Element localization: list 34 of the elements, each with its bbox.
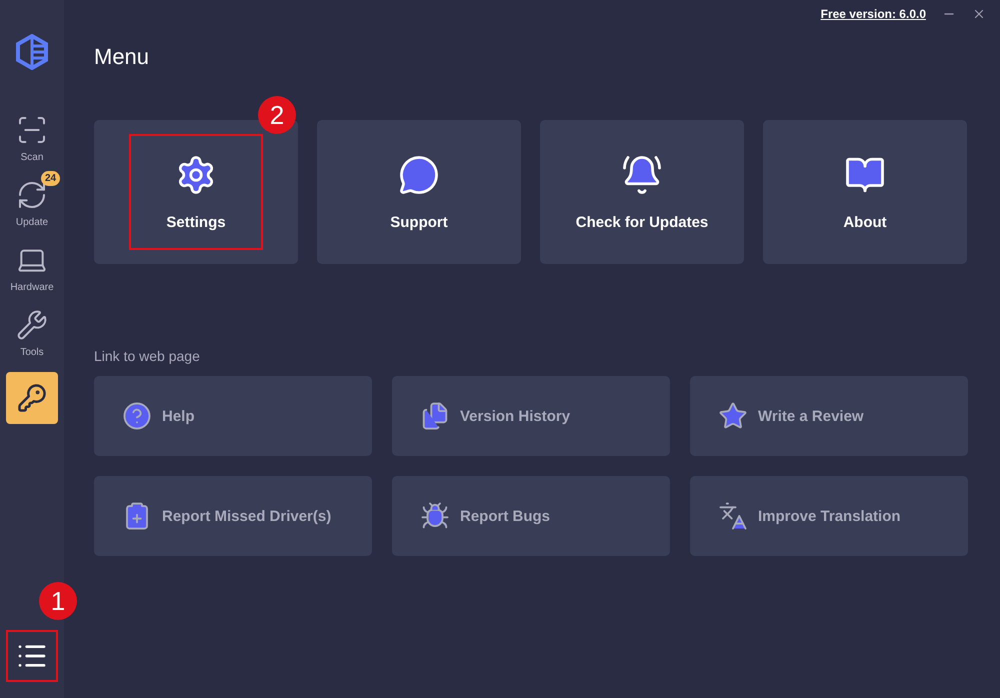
documents-icon — [420, 401, 450, 431]
web-link-card[interactable]: Improve Translation — [690, 476, 968, 556]
menu-card[interactable]: About — [763, 120, 967, 264]
sidebar-nav-item[interactable]: Hardware — [10, 244, 54, 293]
star-icon — [718, 401, 748, 431]
chat-bubble-icon — [398, 154, 440, 196]
sidebar-nav-item[interactable]: Tools — [16, 309, 48, 358]
wrench-icon — [16, 309, 48, 341]
menu-card[interactable]: Support — [317, 120, 521, 264]
version-link[interactable]: Free version: 6.0.0 — [820, 7, 926, 21]
web-link-card[interactable]: Report Bugs — [392, 476, 670, 556]
license-key-button[interactable] — [6, 372, 58, 424]
step-marker: 2 — [258, 96, 296, 134]
count-badge: 24 — [41, 171, 60, 186]
refresh-icon — [16, 179, 48, 211]
page-title: Menu — [94, 44, 150, 70]
close-icon — [972, 7, 986, 21]
web-link-card[interactable]: Write a Review — [690, 376, 968, 456]
step-marker: 1 — [39, 582, 77, 620]
web-link-card[interactable]: Help — [94, 376, 372, 456]
close-button[interactable] — [972, 7, 986, 21]
help-icon — [122, 401, 152, 431]
key-icon — [17, 383, 47, 413]
web-link-card[interactable]: Version History — [392, 376, 670, 456]
bell-icon — [621, 154, 663, 196]
logo-icon — [15, 34, 49, 70]
sidebar-nav-item[interactable]: Scan — [16, 114, 48, 163]
menu-card[interactable]: Check for Updates — [540, 120, 744, 264]
scan-icon — [16, 114, 48, 146]
section-heading: Link to web page — [94, 348, 201, 364]
bug-icon — [420, 501, 450, 531]
web-link-card[interactable]: Report Missed Driver(s) — [94, 476, 372, 556]
translate-icon — [718, 501, 748, 531]
menu-button[interactable] — [6, 630, 58, 682]
